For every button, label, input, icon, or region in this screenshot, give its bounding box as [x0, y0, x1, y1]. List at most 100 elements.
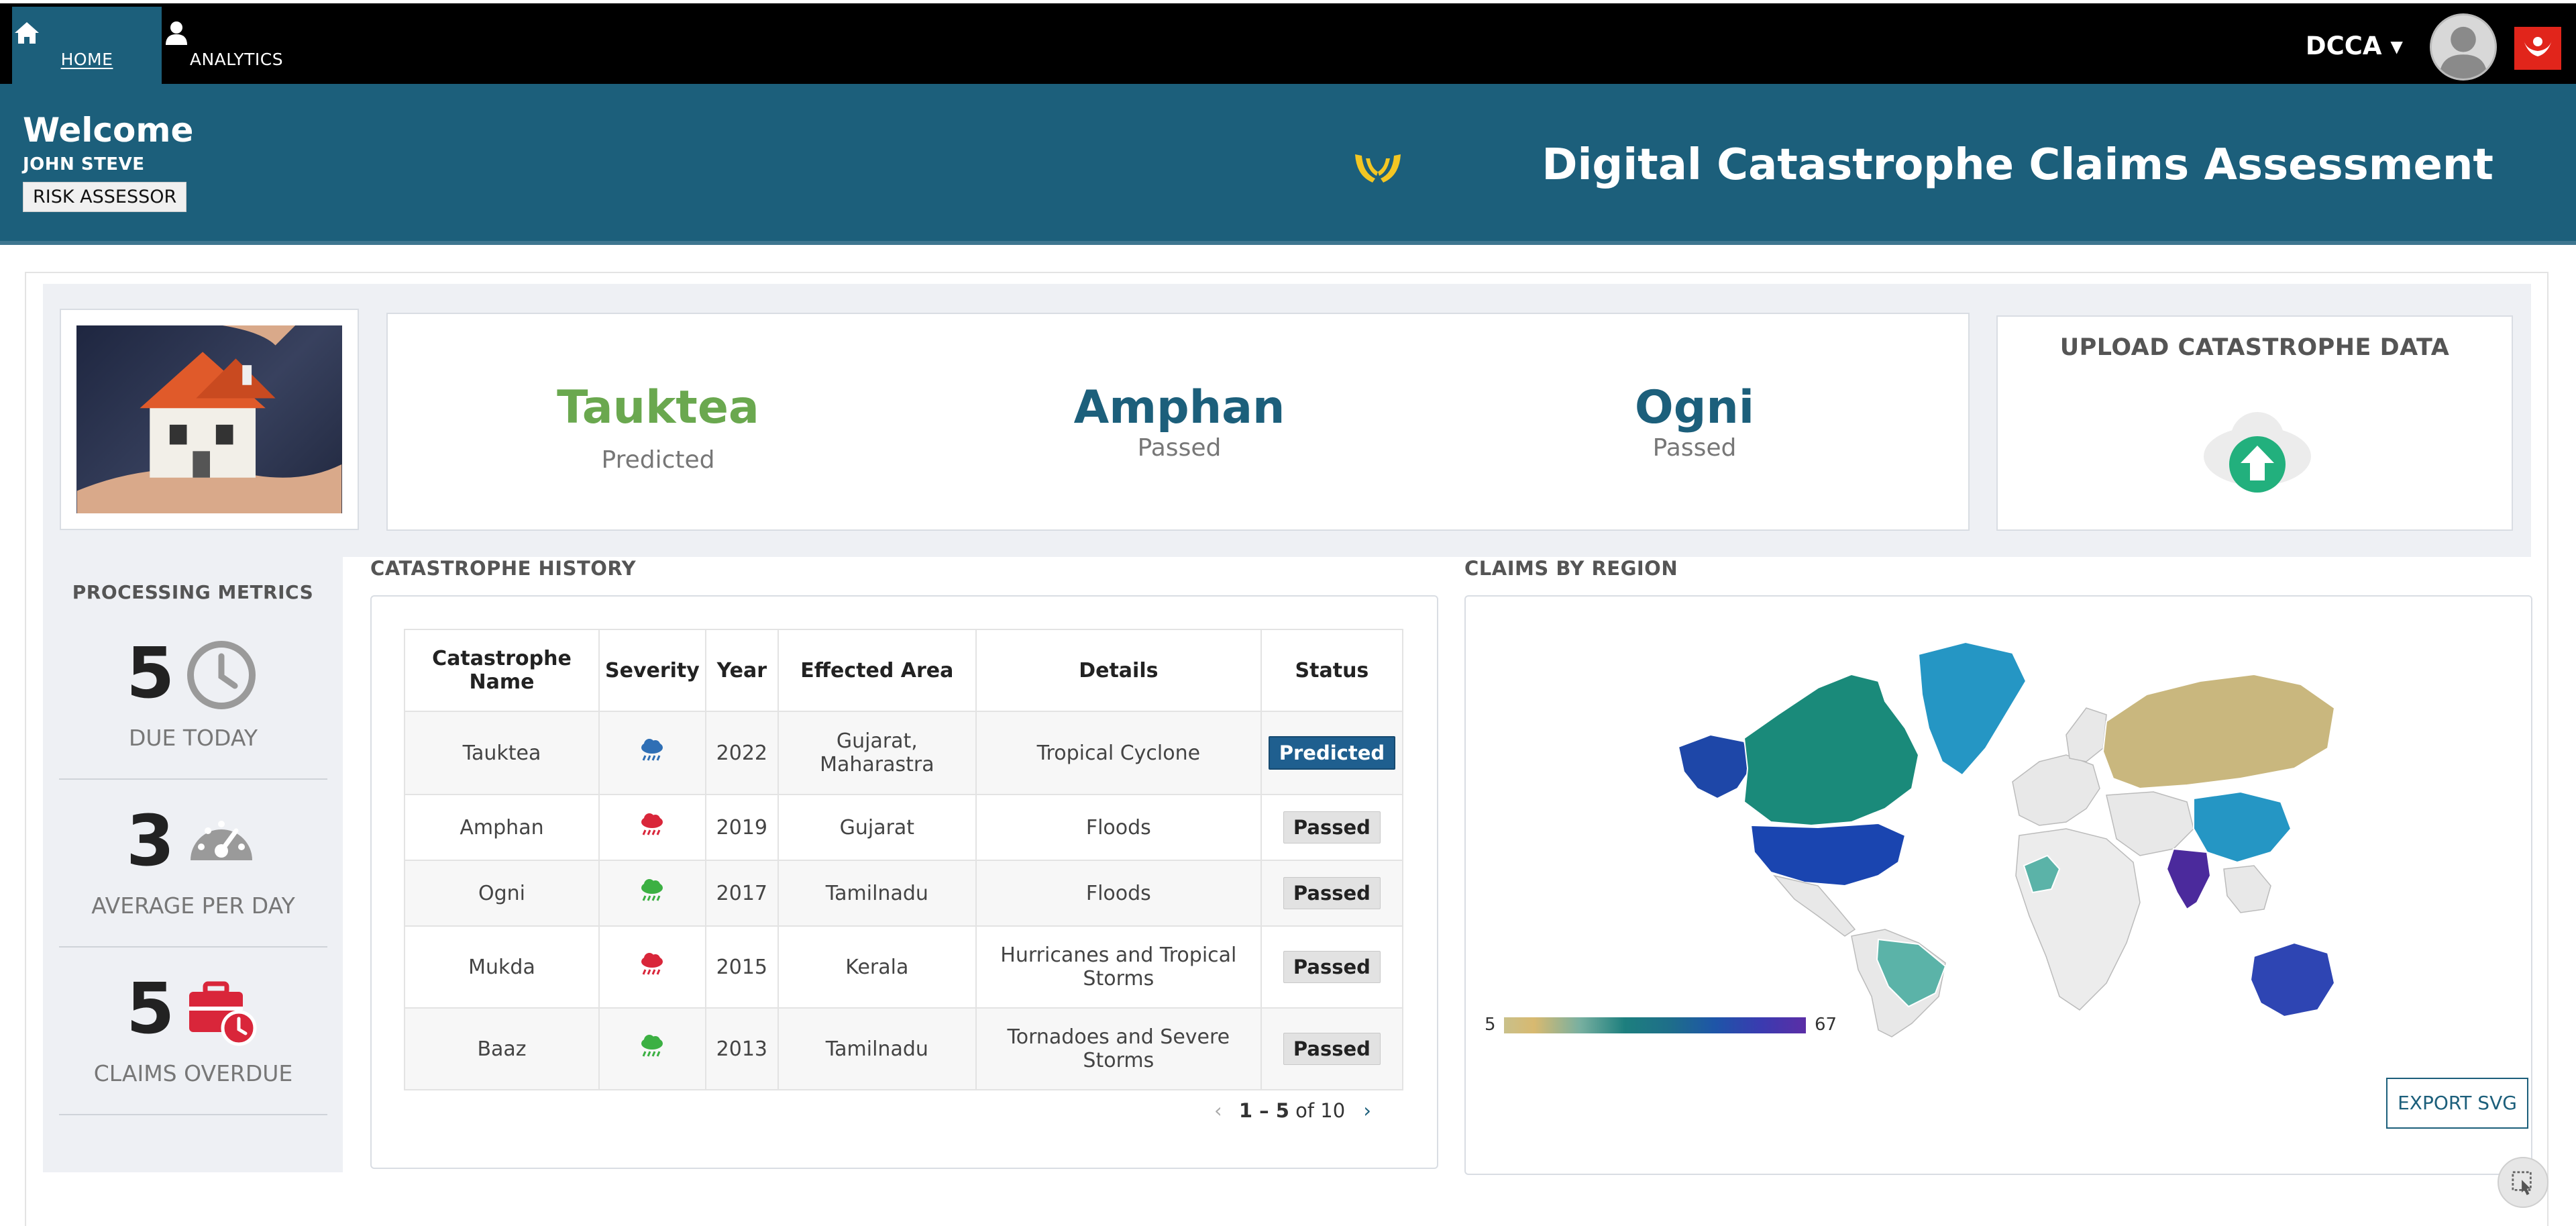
status-badge: Passed	[1283, 811, 1381, 844]
nav-tab-home-label: HOME	[60, 50, 113, 69]
user-menu-dropdown[interactable]: DCCA ▾	[2306, 32, 2403, 60]
cell-name[interactable]: Tauktea	[404, 711, 600, 795]
region-usa[interactable]	[1750, 822, 1907, 887]
upload-title: UPLOAD CATASTROPHE DATA	[2059, 334, 2450, 361]
cell-status: Predicted	[1260, 711, 1404, 795]
claims-by-region-title: CLAIMS BY REGION	[1464, 557, 1678, 580]
cell-details: Floods	[975, 860, 1262, 927]
nav-tab-home[interactable]: HOME	[12, 7, 162, 87]
cloud-upload-icon[interactable]	[2200, 404, 2314, 498]
metric-label: DUE TODAY	[128, 725, 258, 751]
user-area: DCCA ▾	[2174, 7, 2576, 87]
cell-severity	[598, 925, 706, 1009]
summary-name: Tauktea	[557, 381, 759, 434]
pager-prev-icon[interactable]: ‹	[1214, 1099, 1222, 1122]
upload-card[interactable]: UPLOAD CATASTROPHE DATA	[1996, 315, 2513, 531]
table-row[interactable]: Ogni 2017 Tamilnadu Floods Passed	[404, 860, 1404, 927]
summary-item-1[interactable]: Tauktea Predicted	[457, 381, 859, 474]
region-scandinavia[interactable]	[2065, 707, 2107, 762]
hands-logo-icon	[2524, 37, 2552, 56]
user-icon	[166, 21, 187, 45]
region-australia[interactable]	[2249, 941, 2336, 1018]
summary-item-2[interactable]: Amphan Passed	[978, 381, 1381, 462]
cell-name[interactable]: Baaz	[404, 1007, 600, 1090]
floating-action-button[interactable]	[2498, 1157, 2548, 1208]
briefcase-clock-icon	[189, 981, 257, 1046]
column-header[interactable]: Year	[704, 629, 779, 712]
table-row[interactable]: Tauktea 2022 Gujarat, Maharastra Tropica…	[404, 711, 1404, 795]
status-badge: Passed	[1283, 1033, 1381, 1065]
cursor-select-icon	[2512, 1171, 2532, 1195]
cell-name[interactable]: Mukda	[404, 925, 600, 1009]
cell-details: Tropical Cyclone	[975, 711, 1262, 795]
avatar[interactable]	[2430, 13, 2497, 81]
region-africa[interactable]	[2015, 828, 2141, 1011]
table-header-row: Catastrophe Name Severity Year Effected …	[404, 629, 1404, 712]
welcome-banner: Welcome JOHN STEVE RISK ASSESSOR Digital…	[0, 84, 2576, 245]
cell-area: Tamilnadu	[777, 1007, 977, 1090]
cell-name[interactable]: Ogni	[404, 860, 600, 927]
column-header[interactable]: Status	[1260, 629, 1404, 712]
nav-tab-analytics[interactable]: ANALYTICS	[162, 7, 311, 87]
summary-name: Ogni	[1634, 381, 1755, 434]
cell-area: Kerala	[777, 925, 977, 1009]
summary-status: Predicted	[601, 446, 715, 474]
table-row[interactable]: Baaz 2013 Tamilnadu Tornadoes and Severe…	[404, 1007, 1404, 1090]
catastrophe-history-table: Catastrophe Name Severity Year Effected …	[404, 629, 1404, 1090]
gauge-icon	[191, 821, 252, 860]
home-icon	[15, 22, 39, 44]
column-header[interactable]: Catastrophe Name	[404, 629, 600, 712]
legend-max-value: 67	[1815, 1015, 1837, 1035]
rain-cloud-icon	[641, 953, 663, 975]
column-header[interactable]: Severity	[598, 629, 706, 712]
summary-status: Passed	[1652, 434, 1737, 462]
role-badge: RISK ASSESSOR	[23, 182, 187, 212]
region-greenland[interactable]	[1917, 641, 2027, 776]
table-row[interactable]: Amphan 2019 Gujarat Floods Passed	[404, 794, 1404, 861]
status-badge: Predicted	[1268, 736, 1396, 770]
rain-cloud-icon	[641, 739, 663, 761]
cell-name[interactable]: Amphan	[404, 794, 600, 861]
cell-year: 2019	[704, 794, 779, 861]
region-russia[interactable]	[2102, 673, 2336, 790]
avatar-silhouette-icon	[2439, 26, 2487, 79]
house-illustration-icon	[76, 325, 342, 513]
status-badge: Passed	[1283, 951, 1381, 983]
metric-value: 5	[126, 968, 175, 1050]
cell-status: Passed	[1260, 1007, 1404, 1090]
region-canada[interactable]	[1743, 673, 1920, 827]
region-middle-east[interactable]	[2106, 791, 2194, 856]
status-badge: Passed	[1283, 877, 1381, 909]
summary-item-3[interactable]: Ogni Passed	[1493, 381, 1896, 462]
table-row[interactable]: Mukda 2015 Kerala Hurricanes and Tropica…	[404, 925, 1404, 1009]
cell-year: 2022	[704, 711, 779, 795]
region-alaska[interactable]	[1677, 733, 1752, 800]
hands-icon	[1355, 154, 1401, 183]
brand-logo	[2514, 27, 2561, 70]
catastrophe-history-card: Catastrophe Name Severity Year Effected …	[370, 595, 1438, 1169]
cell-area: Gujarat, Maharastra	[777, 711, 977, 795]
pager-total: of 10	[1295, 1099, 1346, 1122]
cell-severity	[598, 794, 706, 861]
pager-next-icon[interactable]: ›	[1363, 1099, 1371, 1122]
column-header[interactable]: Effected Area	[777, 629, 977, 712]
column-header[interactable]: Details	[975, 629, 1262, 712]
rain-cloud-icon	[641, 813, 663, 835]
world-choropleth-map[interactable]	[1664, 634, 2341, 1050]
summary-status: Passed	[1137, 434, 1222, 462]
region-southeast-asia[interactable]	[2223, 865, 2271, 913]
cell-severity	[598, 1007, 706, 1090]
cell-status: Passed	[1260, 925, 1404, 1009]
cell-area: Gujarat	[777, 794, 977, 861]
cell-status: Passed	[1260, 860, 1404, 927]
metric-average-per-day: 3 AVERAGE PER DAY	[59, 780, 327, 948]
metric-value: 3	[126, 800, 175, 882]
export-svg-button[interactable]: EXPORT SVG	[2386, 1078, 2528, 1129]
cell-details: Floods	[975, 794, 1262, 861]
region-india[interactable]	[2165, 848, 2212, 911]
metric-label: CLAIMS OVERDUE	[93, 1060, 293, 1086]
region-china[interactable]	[2193, 790, 2292, 864]
region-europe[interactable]	[2012, 754, 2100, 826]
cell-details: Hurricanes and Tropical Storms	[975, 925, 1262, 1009]
welcome-heading: Welcome	[23, 111, 194, 150]
